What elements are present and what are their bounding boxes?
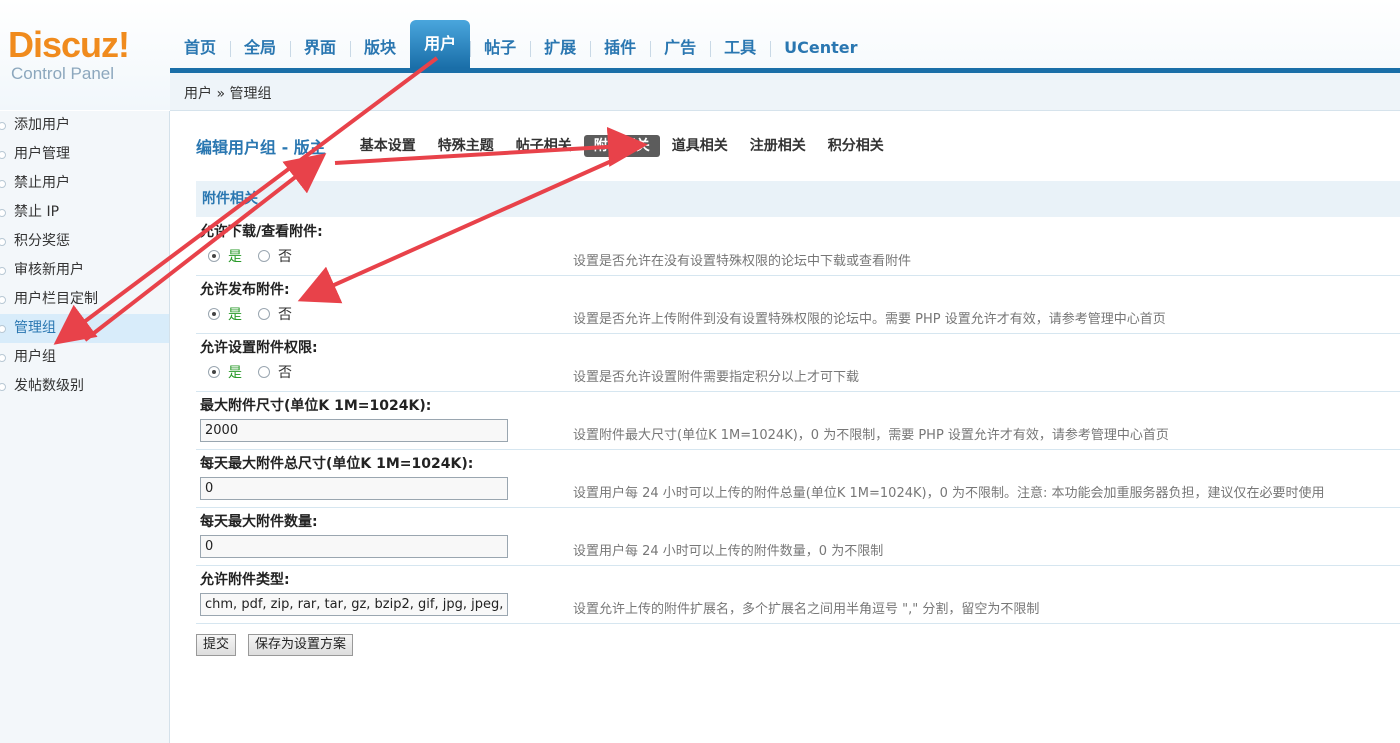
- nav-forums[interactable]: 版块: [350, 28, 410, 68]
- sidebar-item-user-manage[interactable]: 用户管理: [0, 140, 169, 169]
- header: Discuz! Control Panel 首页 全局 界面 版块 用户 帖子 …: [0, 0, 1400, 111]
- setting-allow-permissions: 允许设置附件权限: 是 否 设置是否允许设置附件需要指定积分以上才可下载: [196, 333, 1400, 392]
- allowed-types-input[interactable]: chm, pdf, zip, rar, tar, gz, bzip2, gif,…: [200, 593, 508, 616]
- setting-label: 每天最大附件总尺寸(单位K 1M=1024K):: [200, 456, 474, 472]
- radio-no-label[interactable]: 否: [278, 246, 292, 266]
- tab-register[interactable]: 注册相关: [740, 135, 816, 157]
- daily-total-size-input[interactable]: 0: [200, 477, 508, 500]
- setting-allow-download: 允许下载/查看附件: 是 否 设置是否允许在没有设置特殊权限的论坛中下载或查看附…: [196, 217, 1400, 276]
- main-content: 编辑用户组 - 版主 基本设置 特殊主题 帖子相关 附件相关 道具相关 注册相关…: [170, 111, 1400, 743]
- setting-allowed-types: 允许附件类型: chm, pdf, zip, rar, tar, gz, bzi…: [196, 565, 1400, 624]
- setting-label: 允许发布附件:: [200, 282, 290, 298]
- setting-daily-total-size: 每天最大附件总尺寸(单位K 1M=1024K): 0 设置用户每 24 小时可以…: [196, 449, 1400, 508]
- tab-basic[interactable]: 基本设置: [350, 135, 426, 157]
- radio-yes[interactable]: [208, 308, 220, 320]
- radio-yes[interactable]: [208, 366, 220, 378]
- max-size-input[interactable]: 2000: [200, 419, 508, 442]
- setting-label: 最大附件尺寸(单位K 1M=1024K):: [200, 398, 432, 414]
- sidebar-item-user-groups[interactable]: 用户组: [0, 343, 169, 372]
- radio-no-label[interactable]: 否: [278, 362, 292, 382]
- setting-label: 允许设置附件权限:: [200, 340, 318, 356]
- setting-daily-count: 每天最大附件数量: 0 设置用户每 24 小时可以上传的附件数量，0 为不限制: [196, 507, 1400, 566]
- nav-home[interactable]: 首页: [170, 28, 230, 68]
- sidebar-item-post-ranks[interactable]: 发帖数级别: [0, 372, 169, 401]
- radio-no[interactable]: [258, 308, 270, 320]
- sidebar-item-credits[interactable]: 积分奖惩: [0, 227, 169, 256]
- sidebar-item-admin-groups[interactable]: 管理组: [0, 314, 169, 343]
- radio-yes-label[interactable]: 是: [228, 362, 242, 382]
- setting-label: 允许附件类型:: [200, 572, 290, 588]
- nav-plugins[interactable]: 插件: [590, 28, 650, 68]
- setting-label: 允许下载/查看附件:: [200, 224, 323, 240]
- radio-no-label[interactable]: 否: [278, 304, 292, 324]
- title-row: 编辑用户组 - 版主 基本设置 特殊主题 帖子相关 附件相关 道具相关 注册相关…: [196, 133, 896, 159]
- setting-allow-upload: 允许发布附件: 是 否 设置是否允许上传附件到没有设置特殊权限的论坛中。需要 P…: [196, 275, 1400, 334]
- logo[interactable]: Discuz! Control Panel: [8, 26, 158, 84]
- setting-description: 设置用户每 24 小时可以上传的附件总量(单位K 1M=1024K)，0 为不限…: [573, 486, 1325, 501]
- tab-magic[interactable]: 道具相关: [662, 135, 738, 157]
- daily-count-input[interactable]: 0: [200, 535, 508, 558]
- radio-no[interactable]: [258, 250, 270, 262]
- tab-posts[interactable]: 帖子相关: [506, 135, 582, 157]
- setting-description: 设置是否允许在没有设置特殊权限的论坛中下载或查看附件: [573, 254, 912, 269]
- setting-label: 每天最大附件数量:: [200, 514, 318, 530]
- setting-description: 设置允许上传的附件扩展名，多个扩展名之间用半角逗号 "," 分割，留空为不限制: [573, 602, 1040, 617]
- setting-max-size: 最大附件尺寸(单位K 1M=1024K): 2000 设置附件最大尺寸(单位K …: [196, 391, 1400, 450]
- nav-users[interactable]: 用户: [410, 20, 471, 68]
- radio-no[interactable]: [258, 366, 270, 378]
- sidebar-item-profile-fields[interactable]: 用户栏目定制: [0, 285, 169, 314]
- breadcrumb: 用户 » 管理组: [170, 73, 1400, 111]
- nav-tools[interactable]: 工具: [710, 28, 770, 68]
- sidebar-item-ban-ip[interactable]: 禁止 IP: [0, 198, 169, 227]
- sidebar: 添加用户 用户管理 禁止用户 禁止 IP 积分奖惩 审核新用户 用户栏目定制 管…: [0, 111, 170, 743]
- logo-subtitle: Control Panel: [11, 64, 115, 83]
- logo-brand: Discuz!: [8, 24, 130, 65]
- nav-ucenter[interactable]: UCenter: [770, 28, 871, 68]
- page-title: 编辑用户组 - 版主: [196, 138, 326, 157]
- submit-button[interactable]: 提交: [196, 634, 237, 656]
- tab-special-threads[interactable]: 特殊主题: [428, 135, 504, 157]
- save-scheme-button[interactable]: 保存为设置方案: [248, 634, 354, 656]
- nav-ads[interactable]: 广告: [650, 28, 710, 68]
- nav-posts[interactable]: 帖子: [470, 28, 530, 68]
- form-buttons: 提交 保存为设置方案: [196, 634, 365, 656]
- setting-description: 设置用户每 24 小时可以上传的附件数量，0 为不限制: [573, 544, 884, 559]
- nav-global[interactable]: 全局: [230, 28, 290, 68]
- radio-yes-label[interactable]: 是: [228, 304, 242, 324]
- sidebar-item-add-user[interactable]: 添加用户: [0, 111, 169, 140]
- radio-yes[interactable]: [208, 250, 220, 262]
- sidebar-item-review[interactable]: 审核新用户: [0, 256, 169, 285]
- setting-description: 设置是否允许设置附件需要指定积分以上才可下载: [573, 370, 860, 385]
- tab-credits[interactable]: 积分相关: [818, 135, 894, 157]
- sidebar-item-ban-user[interactable]: 禁止用户: [0, 169, 169, 198]
- setting-description: 设置附件最大尺寸(单位K 1M=1024K)，0 为不限制，需要 PHP 设置允…: [573, 428, 1169, 443]
- nav-interface[interactable]: 界面: [290, 28, 350, 68]
- setting-description: 设置是否允许上传附件到没有设置特殊权限的论坛中。需要 PHP 设置允许才有效，请…: [573, 312, 1166, 327]
- top-nav: 首页 全局 界面 版块 用户 帖子 扩展 插件 广告 工具 UCenter: [170, 20, 1400, 68]
- tab-attachments[interactable]: 附件相关: [583, 135, 660, 157]
- radio-yes-label[interactable]: 是: [228, 246, 242, 266]
- section-title: 附件相关: [196, 181, 1400, 217]
- nav-extend[interactable]: 扩展: [530, 28, 590, 68]
